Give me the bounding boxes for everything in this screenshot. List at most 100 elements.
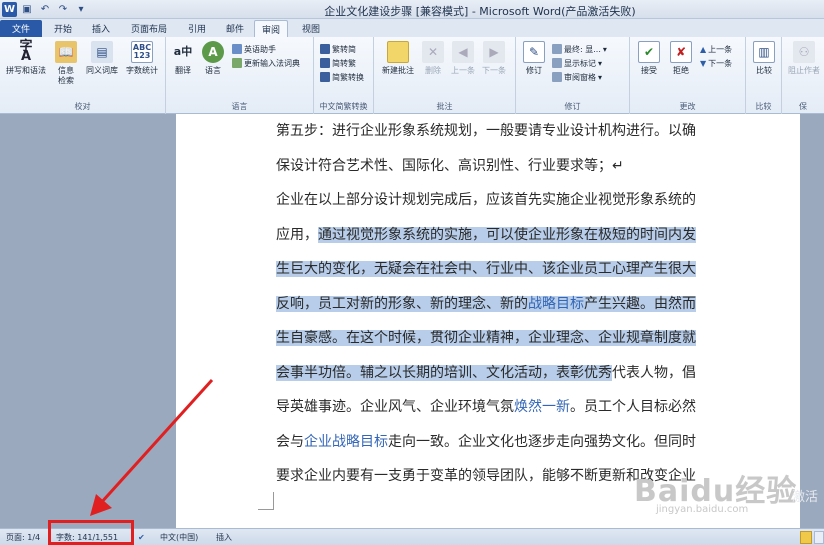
spell-check-label: 拼写和语法	[6, 66, 46, 75]
chevron-down-icon: ▾	[602, 44, 607, 54]
tab-review[interactable]: 审阅	[254, 20, 288, 37]
thesaurus-button[interactable]: ▤ 同义词库	[82, 41, 122, 76]
compare-button[interactable]: ▥ 比较	[750, 41, 778, 76]
document-line[interactable]: 导英雄事迹。企业风气、企业环境气氛焕然一新。员工个人目标必然	[276, 390, 728, 425]
tab-insert[interactable]: 插入	[84, 20, 118, 37]
document-line[interactable]: 生自豪感。在这个时候，贯彻企业精神，企业理念、企业规章制度就	[276, 321, 728, 356]
group-label-compare: 比较	[755, 102, 772, 111]
simp-to-trad-button[interactable]: 简转繁	[320, 57, 356, 69]
redo-icon[interactable]: ↷	[55, 2, 71, 17]
reject-icon: ✘	[670, 41, 692, 63]
trad-to-simp-label: 繁转简	[332, 44, 356, 54]
research-button[interactable]: 📖 信息 检索	[50, 41, 82, 86]
show-markup-button[interactable]: 显示标记 ▾	[552, 57, 602, 69]
language-globe-icon: A	[202, 41, 224, 63]
prev-comment-label: 上一条	[451, 66, 475, 75]
status-page[interactable]: 页面: 1/4	[6, 531, 40, 544]
document-line[interactable]: 保设计符合艺术性、国际化、高识别性、行业要求等；↵	[276, 149, 728, 184]
review-pane-label: 审阅窗格	[564, 72, 596, 82]
document-line[interactable]: 生巨大的变化，无疑会在社会中、行业中、该企业员工心理产生很大	[276, 252, 728, 287]
full-screen-view-icon[interactable]	[814, 531, 824, 544]
document-line[interactable]: 第五步：进行企业形象系统规划，一般要请专业设计机构进行。以确	[276, 114, 728, 149]
tab-home[interactable]: 开始	[46, 20, 80, 37]
thesaurus-icon: ▤	[91, 41, 113, 63]
trad-to-simp-icon	[320, 44, 330, 54]
hyperlink-text[interactable]: 战略目标	[528, 295, 584, 312]
update-ime-button[interactable]: 更新输入法词典	[232, 57, 300, 69]
proofing-status-icon[interactable]: ✔	[138, 531, 145, 544]
text-run: 要求企业内要有一支勇于变革的领导团队，能够不断更新和改变企业	[276, 468, 696, 484]
translate-button[interactable]: a中 翻译	[168, 41, 198, 76]
customize-qat-icon[interactable]: ▾	[73, 2, 89, 17]
chinese-convert-button[interactable]: 简繁转换	[320, 71, 364, 83]
english-assistant-label: 英语助手	[244, 44, 276, 54]
accept-button[interactable]: ✔ 接受	[634, 41, 664, 76]
document-line[interactable]: 应用，通过视觉形象系统的实施，可以使企业形象在极短的时间内发	[276, 218, 728, 253]
page-corner-mark	[258, 492, 274, 510]
group-chinese-conversion: 繁转简 简转繁 简繁转换 中文简繁转换	[314, 37, 374, 114]
language-label: 语言	[205, 66, 221, 75]
update-ime-label: 更新输入法词典	[244, 58, 300, 68]
group-proofing: 字A 拼写和语法 📖 信息 检索 ▤ 同义词库 ABC 123 字数统计 校对	[0, 37, 166, 114]
tab-references[interactable]: 引用	[180, 20, 214, 37]
prev-comment-button[interactable]: ◀ 上一条	[448, 41, 478, 76]
undo-icon[interactable]: ↶	[37, 2, 53, 17]
document-line[interactable]: 会事半功倍。辅之以长期的培训、文化活动，表彰优秀代表人物，倡	[276, 356, 728, 391]
reject-button[interactable]: ✘ 拒绝	[666, 41, 696, 76]
research-icon: 📖	[55, 41, 77, 63]
right-workspace: 激活	[792, 114, 824, 528]
document-line[interactable]: 企业在以上部分设计规划完成后，应该首先实施企业视觉形象系统的	[276, 183, 728, 218]
research-label: 信息 检索	[58, 66, 74, 85]
status-language[interactable]: 中文(中国)	[160, 531, 198, 544]
show-markup-icon	[552, 58, 562, 68]
compare-icon: ▥	[753, 41, 775, 63]
next-comment-button[interactable]: ▶ 下一条	[478, 41, 510, 76]
block-authors-icon: ⚇	[793, 41, 815, 63]
word-count-button[interactable]: ABC 123 字数统计	[122, 41, 162, 76]
arrow-down-icon: ▼	[700, 58, 707, 68]
text-run: 。员工个人目标必然	[570, 399, 696, 415]
track-changes-icon: ✎	[523, 41, 545, 63]
tab-mailings[interactable]: 邮件	[218, 20, 252, 37]
simp-to-trad-label: 简转繁	[332, 58, 356, 68]
new-comment-button[interactable]: 新建批注	[378, 41, 418, 76]
track-changes-button[interactable]: ✎ 修订	[520, 41, 548, 76]
language-button[interactable]: A 语言	[198, 41, 228, 76]
text-run: 保设计符合艺术性、国际化、高识别性、行业要求等；↵	[276, 157, 624, 174]
group-label-tracking: 修订	[564, 102, 581, 111]
tab-file[interactable]: 文件	[0, 20, 42, 37]
display-review-icon	[552, 44, 562, 54]
word-window: W ▣ ↶ ↷ ▾ 企业文化建设步骤 [兼容模式] - Microsoft Wo…	[0, 0, 824, 545]
group-label-protect: 保	[799, 102, 807, 111]
save-icon[interactable]: ▣	[19, 2, 35, 17]
spell-check-button[interactable]: 字A 拼写和语法	[4, 40, 48, 76]
english-assistant-icon	[232, 44, 242, 54]
trad-to-simp-button[interactable]: 繁转简	[320, 43, 356, 55]
watermark-url: jingyan.baidu.com	[656, 504, 749, 515]
document-text[interactable]: 第五步：进行企业形象系统规划，一般要请专业设计机构进行。以确保设计符合艺术性、国…	[276, 114, 728, 494]
display-for-review-select[interactable]: 最终: 显... ▾	[552, 43, 607, 55]
prev-change-button[interactable]: ▲ 上一条	[700, 43, 732, 55]
print-layout-view-icon[interactable]	[800, 531, 812, 544]
tab-page-layout[interactable]: 页面布局	[124, 20, 174, 37]
document-line[interactable]: 会与企业战略目标走向一致。企业文化也逐步走向强势文化。但同时	[276, 425, 728, 460]
text-run: 反响，员工对新的形象、新的理念、新的	[276, 295, 528, 312]
text-run: 生巨大的变化，无疑会在社会中、行业中、该企业员工心理产生很大	[276, 261, 696, 277]
delete-comment-button[interactable]: ✕ 删除	[420, 41, 446, 76]
show-markup-label: 显示标记	[564, 58, 596, 68]
english-assistant-button[interactable]: 英语助手	[232, 43, 276, 55]
hyperlink-text[interactable]: 企业战略目标	[304, 434, 388, 450]
document-line[interactable]: 反响，员工对新的形象、新的理念、新的战略目标产生兴趣。由然而	[276, 287, 728, 322]
status-insert-mode[interactable]: 插入	[216, 531, 232, 544]
word-logo-icon[interactable]: W	[2, 2, 17, 17]
simp-to-trad-icon	[320, 58, 330, 68]
accept-icon: ✔	[638, 41, 660, 63]
next-change-button[interactable]: ▼ 下一条	[700, 57, 732, 69]
document-page[interactable]: 第五步：进行企业形象系统规划，一般要请专业设计机构进行。以确保设计符合艺术性、国…	[176, 114, 800, 528]
hyperlink-text[interactable]: 焕然一新	[514, 399, 570, 415]
tab-view[interactable]: 视图	[294, 20, 328, 37]
block-authors-button[interactable]: ⚇ 阻止作者	[784, 41, 824, 76]
new-comment-label: 新建批注	[382, 66, 414, 75]
accept-label: 接受	[641, 66, 657, 75]
review-pane-button[interactable]: 审阅窗格 ▾	[552, 71, 602, 83]
